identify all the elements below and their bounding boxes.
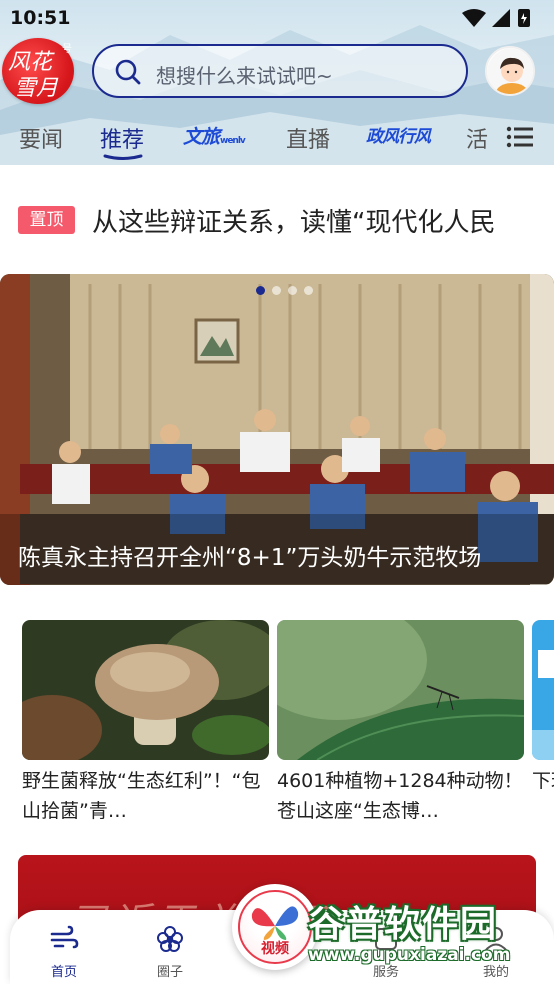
tab-wenlv-label: 文旅 <box>183 126 220 148</box>
active-tab-indicator <box>103 154 143 160</box>
wifi-icon <box>462 9 486 27</box>
carousel-dot[interactable] <box>272 286 281 295</box>
tab-more-partial[interactable]: 活 <box>466 122 488 154</box>
nav-circle-label: 圈子 <box>156 965 183 980</box>
pinned-headline[interactable]: 置顶 从这些辩证关系，读懂“现代化人民 <box>18 200 554 244</box>
avatar[interactable] <box>485 46 535 96</box>
tab-bar: 要闻 推荐 文旅wenlv 直播 政风行风 活 <box>0 116 554 164</box>
pinned-title: 从这些辩证关系，读懂“现代化人民 <box>92 208 496 238</box>
card-thumbnail-mushroom <box>22 620 269 760</box>
tab-recommend[interactable]: 推荐 <box>100 122 144 154</box>
carousel-dot[interactable] <box>288 286 297 295</box>
search-icon <box>115 59 141 85</box>
search-placeholder: 想搜什么来试试吧~ <box>156 64 333 88</box>
watermark-title: 谷普软件园 <box>308 904 499 945</box>
carousel-dot[interactable] <box>304 286 313 295</box>
tab-wenlv-sub: wenlv <box>220 136 246 146</box>
app-logo[interactable]: 风花 雪月 号 <box>2 38 74 104</box>
logo-badge: 号 <box>62 44 72 55</box>
flower-icon <box>157 926 183 952</box>
watermark: 谷普软件园 www.gupuxiazai.com <box>302 895 554 984</box>
search-bar[interactable]: 想搜什么来试试吧~ <box>92 44 468 98</box>
status-bar: 10:51 <box>0 0 554 36</box>
pinned-badge: 置顶 <box>18 206 75 234</box>
header: 10:51 风花 雪月 号 想搜什么来试试吧~ 要闻 推荐 文旅wenlv 直播… <box>0 0 554 165</box>
card-row: 野生菌释放“生态红利”！“包山拾菌”青… 4601种植物+1284种动物！苍山这… <box>0 620 554 840</box>
news-card[interactable]: 4601种植物+1284种动物！苍山这座“生态博… <box>277 620 524 840</box>
tab-wenlv[interactable]: 文旅wenlv <box>183 122 246 152</box>
nav-circle[interactable]: 圈子 <box>140 924 200 980</box>
wind-icon <box>50 925 79 949</box>
news-card[interactable]: 野生菌释放“生态红利”！“包山拾菌”青… <box>22 620 269 840</box>
tab-zhengfeng[interactable]: 政风行风 <box>366 122 431 152</box>
news-card[interactable]: 下理 <box>532 620 554 840</box>
nav-home-label: 首页 <box>50 965 77 980</box>
watermark-url: www.gupuxiazai.com <box>308 945 511 965</box>
logo-text-bottom: 雪月 <box>14 76 59 101</box>
card-thumbnail-partial <box>532 620 554 760</box>
card-title: 野生菌释放“生态红利”！“包山拾菌”青… <box>22 770 261 822</box>
card-thumbnail-leaf <box>277 620 524 760</box>
status-icons <box>462 9 530 27</box>
card-title: 下理 <box>532 770 554 792</box>
status-time: 10:51 <box>10 7 71 29</box>
tab-live[interactable]: 直播 <box>286 122 330 154</box>
tab-yaowen[interactable]: 要闻 <box>19 122 63 154</box>
carousel-dots <box>256 286 316 296</box>
card-title: 4601种植物+1284种动物！苍山这座“生态博… <box>277 770 523 822</box>
signal-icon <box>492 9 510 27</box>
carousel-caption[interactable]: 陈真永主持召开全州“8+1”万头奶牛示范牧场 <box>18 538 481 572</box>
nav-home[interactable]: 首页 <box>34 924 94 980</box>
carousel-dot[interactable] <box>256 286 265 295</box>
menu-icon[interactable] <box>506 126 534 148</box>
